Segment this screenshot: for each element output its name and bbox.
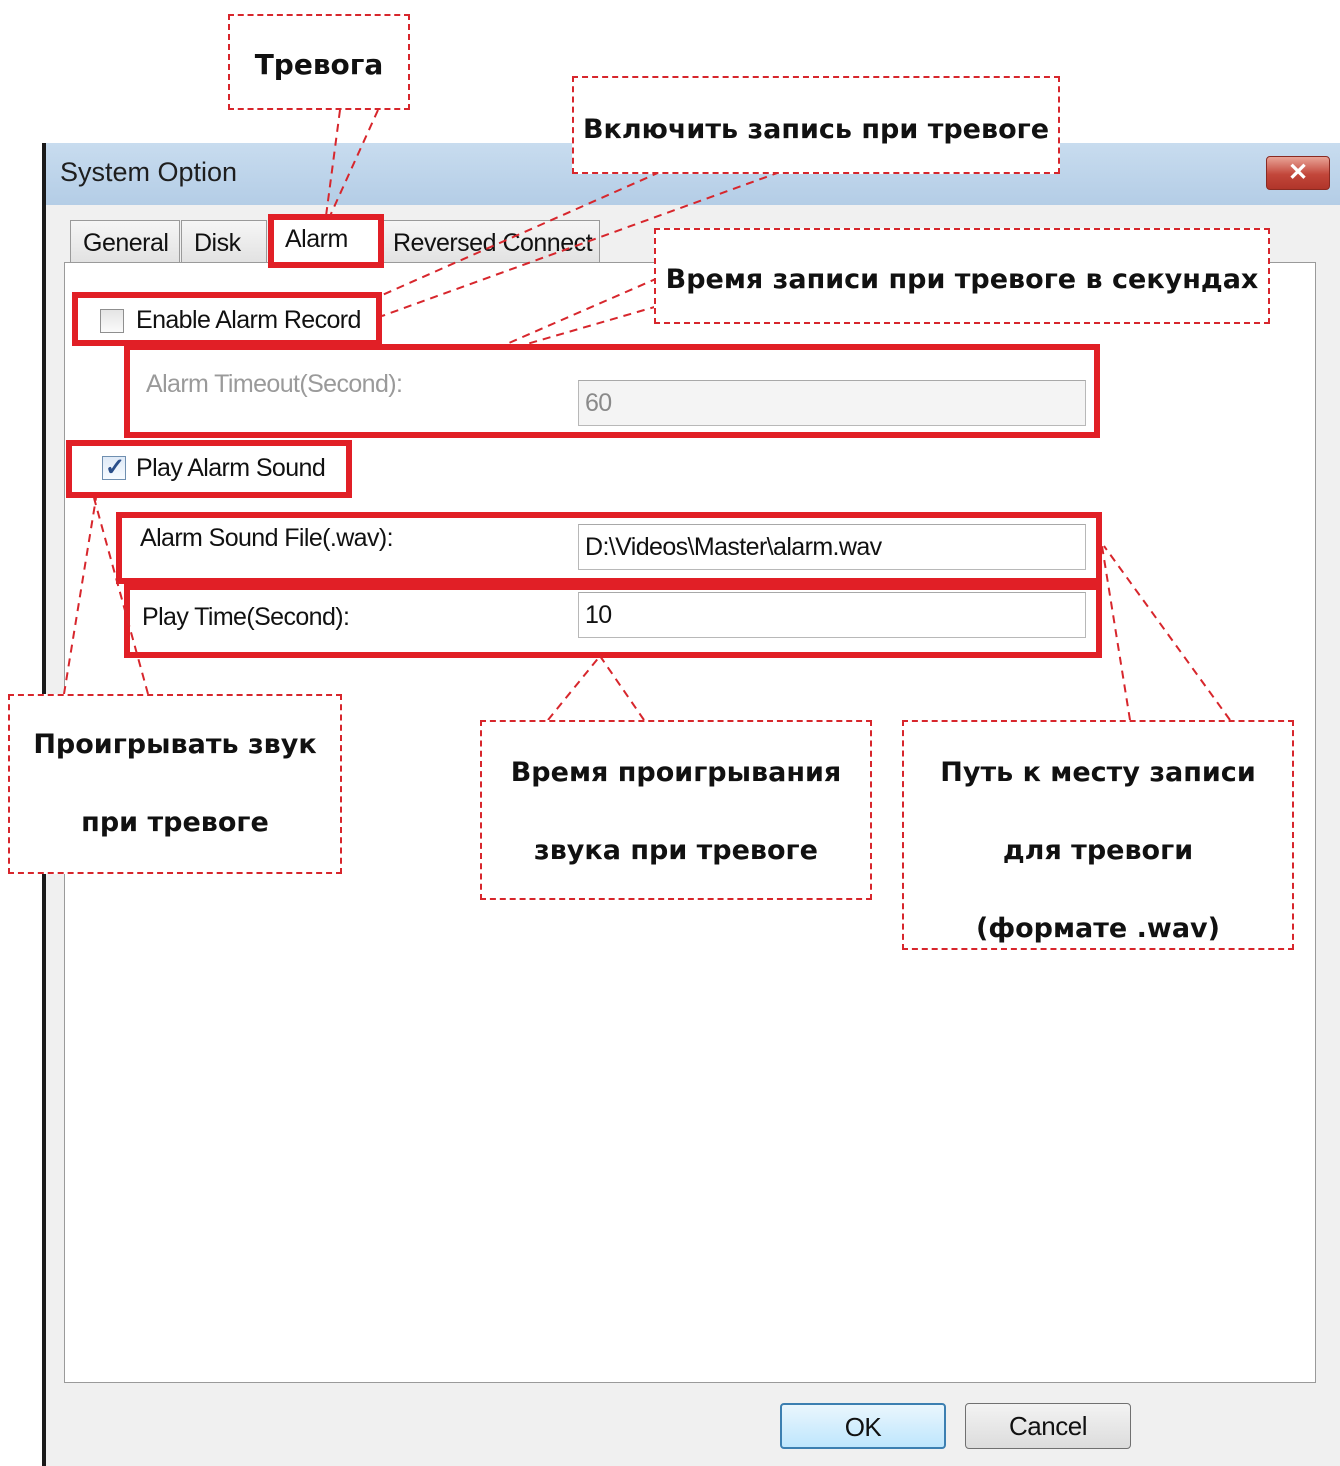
callout-text-line-1: Время проигрывания: [510, 757, 842, 788]
enable-alarm-record-label[interactable]: Enable Alarm Record: [136, 306, 361, 335]
window-title: System Option: [60, 157, 238, 187]
alarm-timeout-input[interactable]: 60: [578, 380, 1086, 426]
play-time-input[interactable]: 10: [578, 592, 1086, 638]
enable-alarm-record-checkbox[interactable]: [100, 309, 124, 333]
play-alarm-sound-label[interactable]: Play Alarm Sound: [136, 454, 326, 483]
cancel-button[interactable]: Cancel: [965, 1403, 1131, 1449]
callout-play-sound: Проигрывать звук при тревоге: [8, 694, 342, 874]
play-alarm-sound-checkbox[interactable]: ✓: [102, 454, 126, 481]
callout-sound-path: Путь к месту записи для тревоги (формате…: [902, 720, 1294, 950]
tab-general[interactable]: General: [70, 220, 180, 262]
tab-label: Alarm: [285, 225, 348, 253]
callout-play-time: Время проигрывания звука при тревоге: [480, 720, 872, 900]
callout-enable-record: Включить запись при тревоге: [572, 76, 1060, 174]
tab-label: General: [83, 229, 169, 257]
callout-text: Время записи при тревоге в секундах: [665, 264, 1259, 295]
callout-text-line-2: звука при тревоге: [534, 835, 818, 866]
close-button[interactable]: ✕: [1266, 156, 1330, 190]
callout-text-line-2: при тревоге: [81, 807, 269, 838]
alarm-sound-file-label: Alarm Sound File(.wav):: [140, 524, 394, 552]
tab-label: Reversed Connect: [393, 229, 593, 257]
alarm-timeout-label: Alarm Timeout(Second):: [146, 370, 403, 398]
tab-reversed-connect[interactable]: Reversed Connect: [380, 220, 600, 262]
tab-alarm[interactable]: Alarm: [272, 214, 380, 264]
ok-button[interactable]: OK: [780, 1403, 946, 1449]
callout-text-line-2: для тревоги: [1002, 835, 1194, 866]
alarm-sound-file-input[interactable]: D:\Videos\Master\alarm.wav: [578, 524, 1086, 570]
callout-text: Включить запись при тревоге: [582, 114, 1050, 145]
callout-text-line-3: (формате .wav): [975, 913, 1220, 944]
callout-text: Тревога: [254, 48, 384, 81]
tab-label: Disk: [194, 229, 241, 257]
callout-timeout: Время записи при тревоге в секундах: [654, 228, 1270, 324]
tab-disk[interactable]: Disk: [181, 220, 267, 262]
callout-text-line-1: Проигрывать звук: [33, 729, 317, 760]
callout-alarm-tab: Тревога: [228, 14, 410, 110]
play-time-label: Play Time(Second):: [142, 603, 350, 631]
callout-text-line-1: Путь к месту записи: [940, 757, 1256, 788]
close-icon: ✕: [1287, 159, 1309, 186]
checkmark-icon: ✓: [105, 454, 126, 481]
